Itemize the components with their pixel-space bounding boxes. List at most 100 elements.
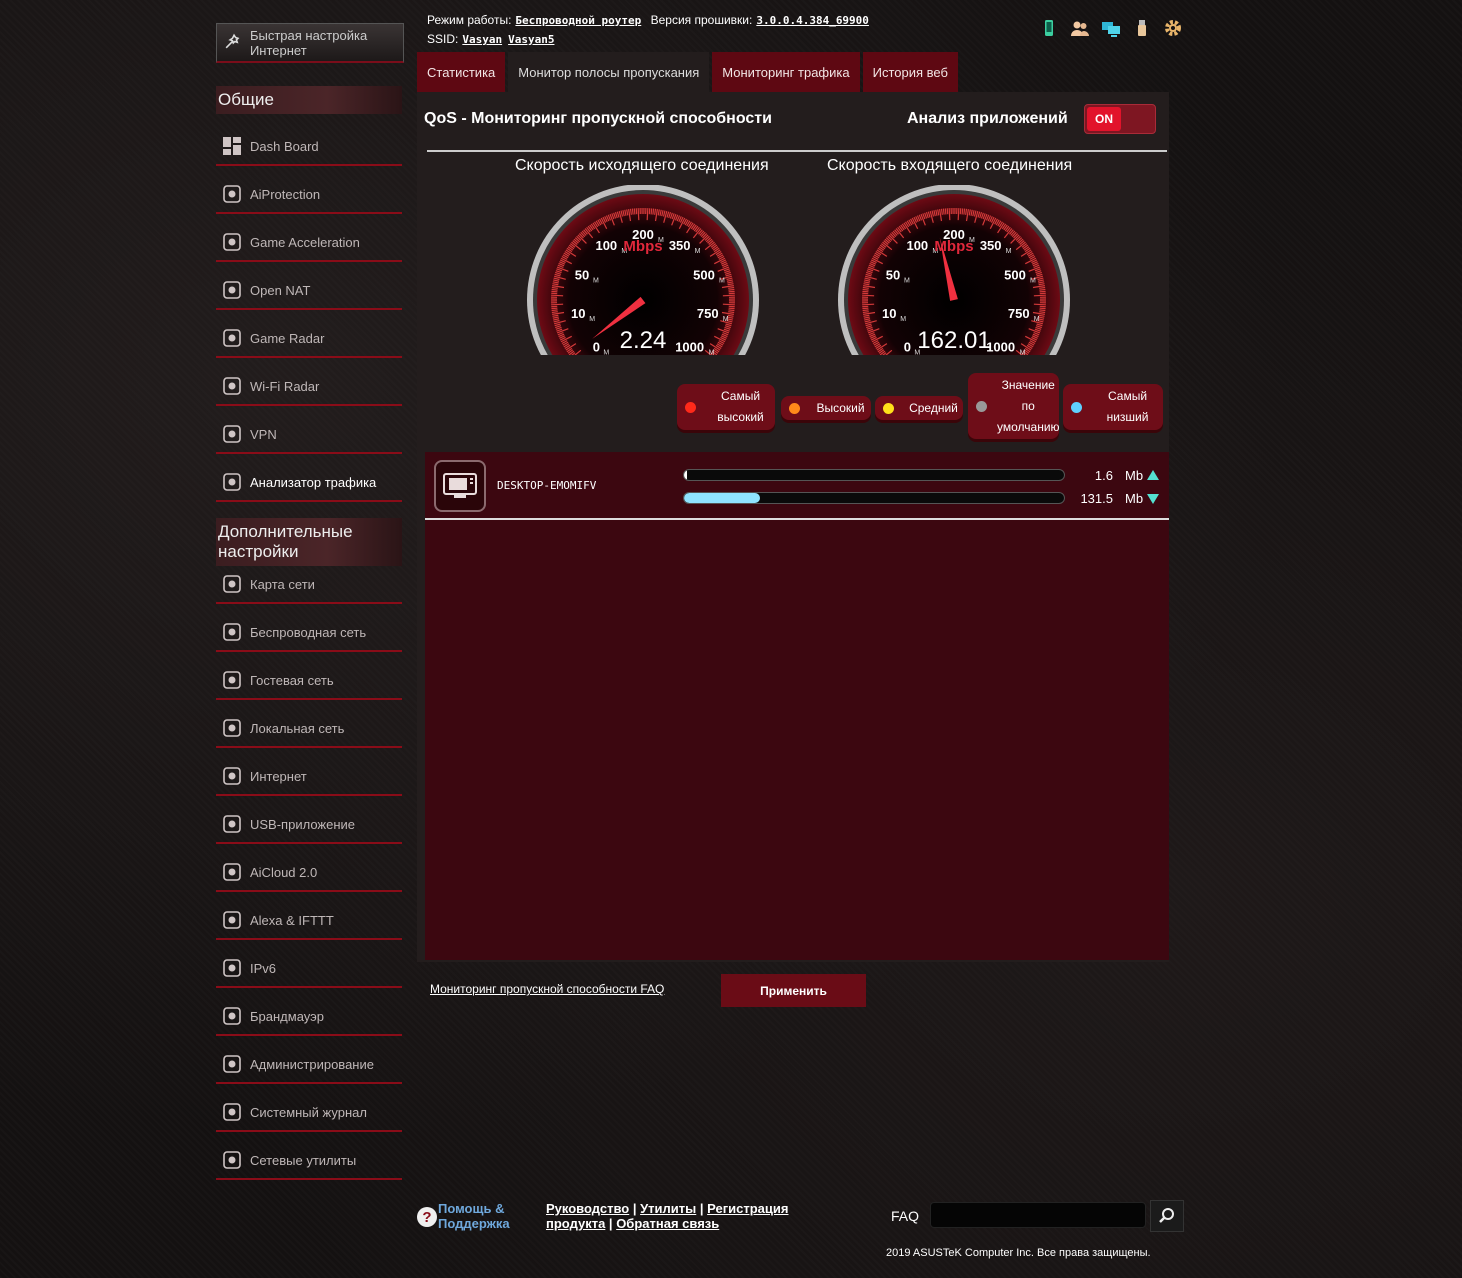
syslog-icon (222, 1102, 242, 1122)
settings-gear-icon[interactable] (1162, 17, 1184, 39)
quick-internet-setup-button[interactable]: Быстрая настройка Интернет (216, 23, 404, 63)
ssid-link-2[interactable]: Vasyan5 (508, 33, 554, 46)
tab[interactable]: История веб (862, 52, 958, 92)
bandwidth-faq-link[interactable]: Мониторинг пропускной способности FAQ (430, 982, 664, 996)
mode-link[interactable]: Беспроводной роутер (515, 14, 641, 27)
gauge-minor-tick (862, 303, 875, 306)
sidebar-item-label: Брандмауэр (250, 1008, 324, 1024)
priority-dot (685, 401, 696, 413)
gauge-minor-tick (1039, 311, 1046, 314)
gauge-minor-tick (862, 311, 869, 314)
network-monitor-icon[interactable] (1100, 17, 1122, 39)
globe-icon (222, 766, 242, 786)
gauge-tick-unit: M (904, 278, 910, 285)
wireless-icon (222, 622, 242, 642)
sidebar-item[interactable]: USB-приложение (216, 806, 402, 844)
sidebar-item[interactable]: IPv6 (216, 950, 402, 988)
gauge-minor-tick (551, 307, 558, 310)
tab[interactable]: Мониторинг трафика (712, 52, 860, 92)
divider (427, 150, 1167, 152)
sidebar-item[interactable]: Game Radar (216, 320, 402, 358)
sidebar-item-label: Системный журнал (250, 1104, 367, 1120)
feedback-link[interactable]: Обратная связь (616, 1216, 719, 1231)
gauge-tick-label: 750 (1008, 306, 1030, 321)
download-speed-value: 162.01 (917, 327, 991, 354)
sidebar-item-label: Локальная сеть (250, 720, 345, 736)
priority-default[interactable]: Значение по умолчанию (968, 373, 1060, 439)
sidebar-item[interactable]: Интернет (216, 758, 402, 796)
sidebar-item[interactable]: AiCloud 2.0 (216, 854, 402, 892)
app-analysis-toggle[interactable]: ON (1084, 104, 1156, 134)
sidebar-item[interactable]: Администрирование (216, 1046, 402, 1084)
ssid-link-1[interactable]: Vasyan (462, 33, 502, 46)
sidebar-item-label: Dash Board (250, 138, 319, 154)
tab[interactable]: Монитор полосы пропускания (508, 52, 710, 92)
gauge-tick-label: 750 (697, 306, 719, 321)
desktop-computer-icon[interactable] (434, 460, 486, 512)
top-status-icons (1038, 17, 1184, 39)
gauge-minor-tick (728, 307, 735, 310)
gauge-minor-tick (961, 208, 964, 215)
gauge-minor-tick (862, 294, 875, 297)
mobile-app-icon[interactable] (1038, 17, 1060, 39)
gauge-minor-tick (1039, 286, 1046, 289)
faq-search-input[interactable] (930, 1202, 1146, 1228)
priority-dot (1071, 401, 1082, 413)
sidebar-item-label: Сетевые утилиты (250, 1152, 357, 1168)
gauge-tick-unit: M (1030, 278, 1036, 285)
faq-label: FAQ (891, 1208, 920, 1224)
sidebar-item[interactable]: Локальная сеть (216, 710, 402, 748)
gauge-minor-tick (948, 208, 951, 221)
app-analysis-label: Анализ приложений (907, 110, 1068, 127)
gauge-minor-tick (1033, 294, 1046, 297)
priority-medium[interactable]: Средний (875, 396, 963, 420)
clients-icon[interactable] (1069, 17, 1091, 39)
gauge-tick-label: 350 (669, 238, 691, 253)
sidebar-item[interactable]: VPN (216, 416, 402, 454)
sidebar-item[interactable]: AiProtection (216, 176, 402, 214)
priority-dot (976, 400, 987, 412)
sidebar-item[interactable]: Карта сети (216, 566, 402, 604)
sidebar-item[interactable]: Сетевые утилиты (216, 1142, 402, 1180)
ssid-label: SSID: (427, 32, 459, 46)
gauge-minor-tick (728, 290, 735, 293)
upload-bar (683, 469, 1065, 481)
sidebar-item[interactable]: Анализатор трафика (216, 464, 402, 502)
sidebar-item[interactable]: Open NAT (216, 272, 402, 310)
device-row[interactable]: DESKTOP-EMOMIFV 1.6 Mb 131.5 Mb (425, 452, 1169, 520)
priority-label: Самый низший (1106, 389, 1149, 424)
priority-label: Значение по умолчанию (997, 377, 1060, 434)
manual-link[interactable]: Руководство (546, 1201, 629, 1216)
gauge-tick-unit: M (593, 278, 599, 285)
gauge-tick-label: 500 (693, 268, 715, 283)
sidebar-item[interactable]: Беспроводная сеть (216, 614, 402, 652)
faq-search-button[interactable] (1150, 1200, 1184, 1232)
priority-highest[interactable]: Самый высокий (677, 384, 775, 430)
priority-lowest[interactable]: Самый низший (1063, 384, 1163, 430)
sidebar-item-label: Администрирование (250, 1056, 374, 1072)
sidebar-item-label: Game Radar (250, 330, 325, 346)
sidebar-item-label: Game Acceleration (250, 234, 360, 250)
cloud-icon (222, 862, 242, 882)
network-map-icon (222, 574, 242, 594)
gauge-minor-tick (862, 307, 869, 310)
sidebar-item[interactable]: Dash Board (216, 128, 402, 166)
sidebar-item[interactable]: Alexa & IFTTT (216, 902, 402, 940)
usb-device-icon[interactable] (1131, 17, 1153, 39)
sidebar-item[interactable]: Брандмауэр (216, 998, 402, 1036)
apply-button[interactable]: Применить (721, 974, 866, 1007)
mode-label: Режим работы: (427, 13, 512, 27)
help-support-link[interactable]: Помощь & Поддержка (438, 1201, 518, 1231)
gauge-minor-tick (1039, 307, 1046, 310)
sidebar-item[interactable]: Гостевая сеть (216, 662, 402, 700)
priority-high[interactable]: Высокий (781, 396, 871, 420)
sidebar-item[interactable]: Wi-Fi Radar (216, 368, 402, 406)
firmware-link[interactable]: 3.0.0.4.384_69900 (756, 14, 869, 27)
sidebar-item[interactable]: Game Acceleration (216, 224, 402, 262)
dashboard-icon (222, 136, 242, 156)
utilities-link[interactable]: Утилиты (640, 1201, 696, 1216)
tab[interactable]: Статистика (417, 52, 506, 92)
sidebar-item[interactable]: Системный журнал (216, 1094, 402, 1132)
sidebar-item-label: Alexa & IFTTT (250, 912, 334, 928)
gauge-minor-tick (862, 290, 869, 293)
